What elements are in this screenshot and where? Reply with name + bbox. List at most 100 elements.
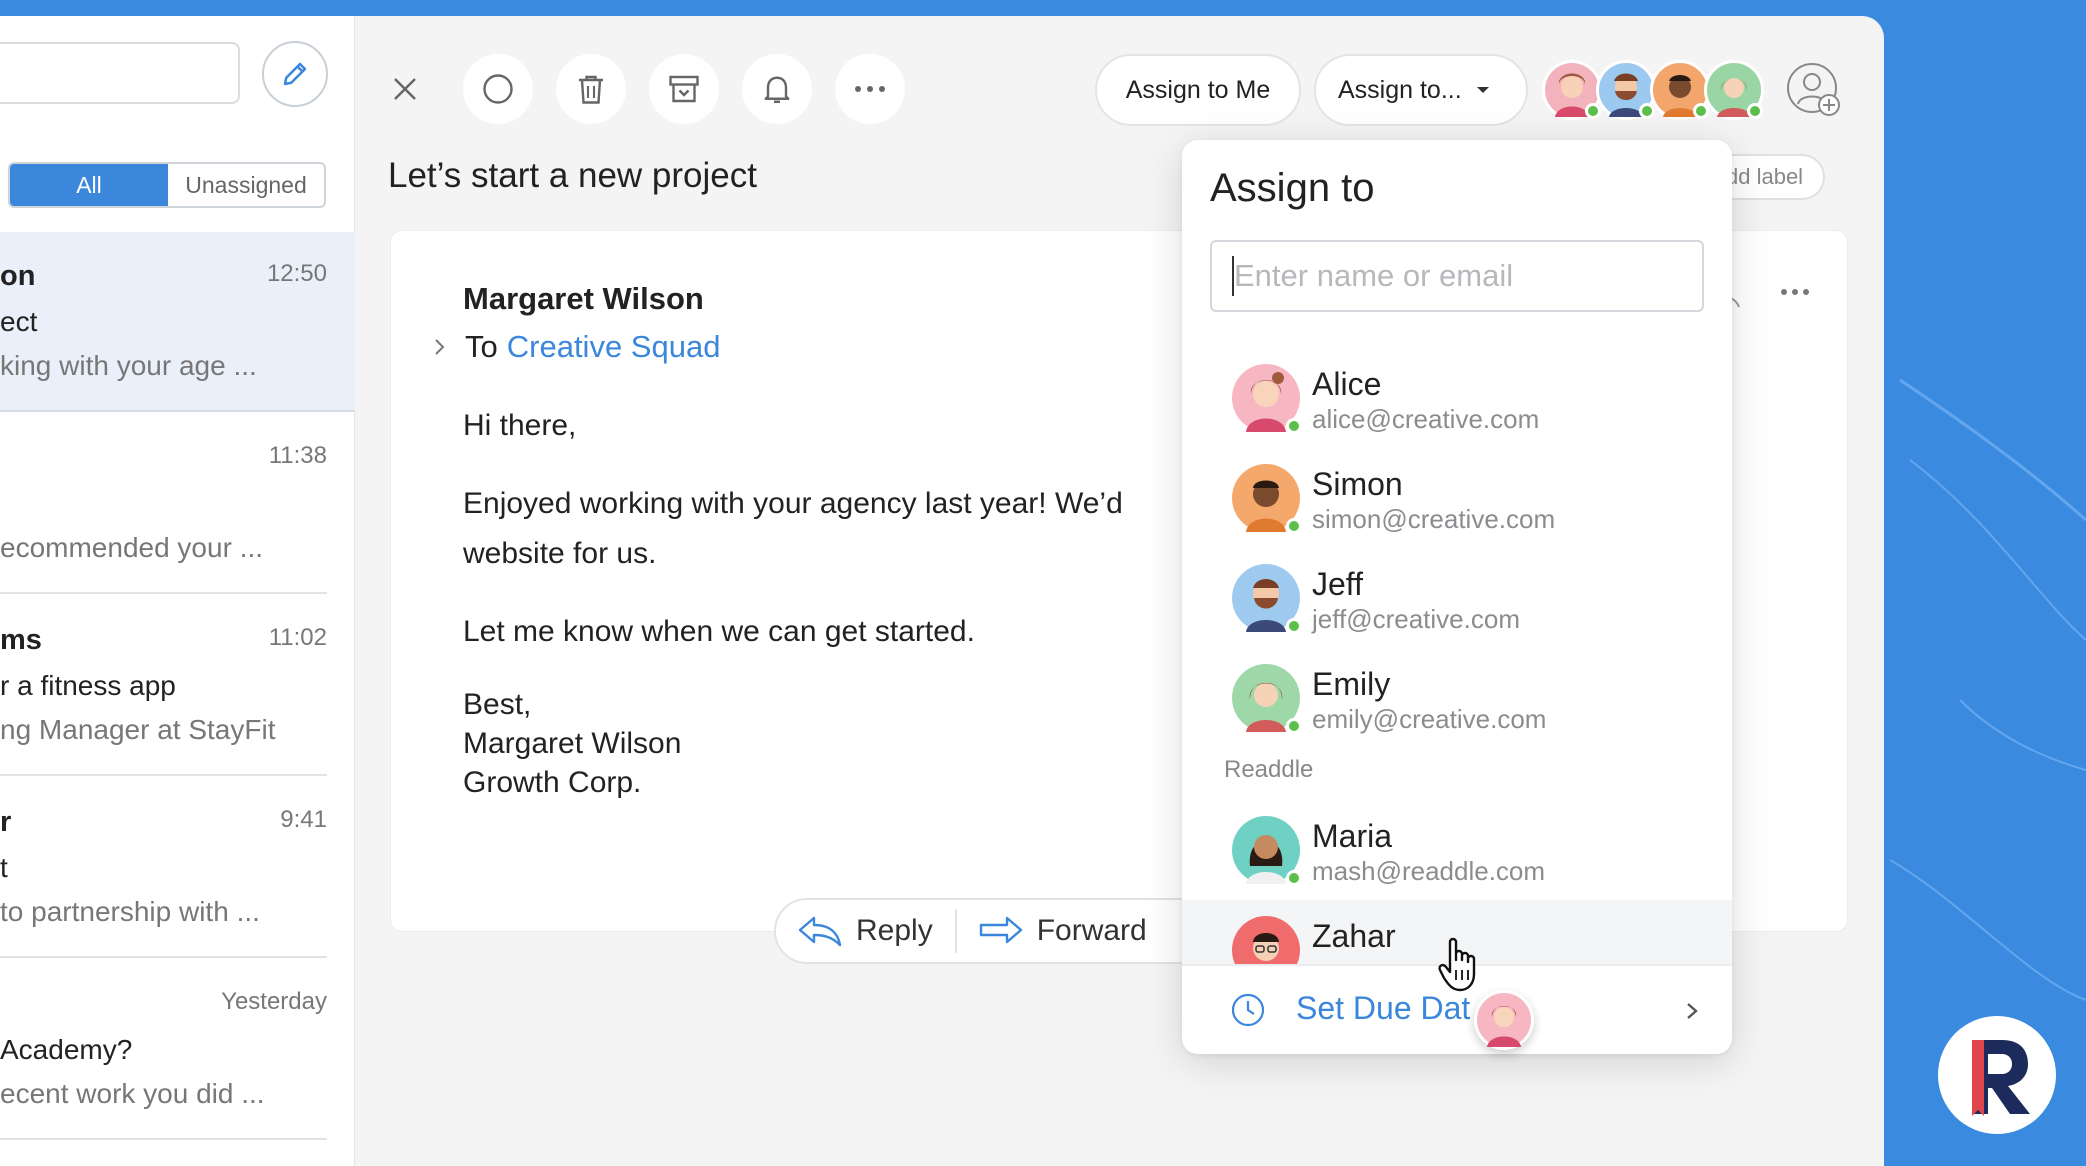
- mail-subject: t: [0, 852, 8, 883]
- readdle-logo: [1938, 1016, 2056, 1134]
- group-label: Readdle: [1224, 756, 1314, 783]
- person-item-emily[interactable]: Emily emily@creative.com: [1182, 648, 1732, 748]
- mail-sender: ms: [0, 624, 42, 656]
- forward-icon: [979, 916, 1022, 944]
- body-line: website for us.: [463, 537, 657, 570]
- avatar: [1232, 916, 1300, 964]
- assign-to-dropdown[interactable]: Assign to...: [1314, 54, 1528, 126]
- set-due-date-label: Set Due Dat: [1296, 990, 1471, 1026]
- text-caret: [1232, 256, 1234, 296]
- online-status-dot: [1286, 518, 1302, 534]
- filter-segmented-control: All Unassigned: [8, 162, 326, 208]
- avatar[interactable]: [1704, 60, 1764, 120]
- recipient-link[interactable]: Creative Squad: [507, 329, 721, 365]
- archive-button[interactable]: [649, 54, 719, 124]
- person-name: Maria: [1312, 818, 1393, 854]
- person-name: Zahar: [1312, 918, 1396, 954]
- more-actions-button[interactable]: [835, 54, 905, 124]
- online-status-dot: [1286, 618, 1302, 634]
- avatar: [1232, 364, 1302, 434]
- person-email: emily@creative.com: [1312, 704, 1547, 734]
- person-name: Emily: [1312, 666, 1391, 702]
- person-item-maria[interactable]: Maria mash@readdle.com: [1182, 800, 1732, 900]
- avatar[interactable]: [1542, 60, 1602, 120]
- mail-time: Yesterday: [221, 988, 327, 1015]
- person-email: jeff@creative.com: [1312, 604, 1520, 634]
- trash-icon: [579, 75, 603, 104]
- person-name: Simon: [1312, 466, 1403, 502]
- mail-sender: on: [0, 260, 36, 292]
- compose-button[interactable]: [262, 41, 328, 107]
- body-line: Enjoyed working with your agency last ye…: [463, 487, 1123, 520]
- circle-icon: [483, 74, 513, 104]
- app-window: All Unassigned on 12:50 ect king with yo…: [0, 16, 1884, 1166]
- chevron-right-icon: [1687, 1003, 1698, 1019]
- filter-unassigned[interactable]: Unassigned: [168, 164, 324, 206]
- pencil-icon: [283, 62, 307, 86]
- assign-to-popover: Assign to Alice alice@creative.com Simon…: [1182, 140, 1732, 1054]
- filter-all[interactable]: All: [10, 164, 168, 206]
- delete-button[interactable]: [556, 54, 626, 124]
- recipients-row[interactable]: To Creative Squad: [427, 329, 720, 365]
- search-input[interactable]: [0, 42, 240, 104]
- person-name: Alice: [1312, 366, 1382, 402]
- list-item[interactable]: Yesterday Academy? ecent work you did ..…: [0, 960, 327, 1140]
- avatar: [1232, 464, 1302, 534]
- mail-time: 9:41: [280, 806, 327, 833]
- signature: Best, Margaret Wilson Growth Corp.: [463, 685, 1123, 802]
- reminder-button[interactable]: [742, 54, 812, 124]
- add-assignee-button[interactable]: [1784, 60, 1844, 120]
- online-status-dot: [1747, 103, 1763, 119]
- online-status-dot: [1286, 718, 1302, 734]
- dragged-avatar: [1474, 990, 1534, 1050]
- mark-done-button[interactable]: [463, 54, 533, 124]
- mail-subject: Academy?: [0, 1034, 133, 1065]
- mail-subject: r a fitness app: [0, 670, 176, 701]
- list-item[interactable]: ms 11:02 r a fitness app ng Manager at S…: [0, 596, 327, 776]
- person-item-alice[interactable]: Alice alice@creative.com: [1182, 348, 1732, 448]
- assign-to-me-button[interactable]: Assign to Me: [1095, 54, 1301, 126]
- reply-forward-bar: Reply Forward: [774, 898, 1214, 964]
- avatar[interactable]: [1596, 60, 1656, 120]
- mail-preview: king with your age ...: [0, 350, 257, 381]
- reply-icon: [798, 916, 842, 947]
- mail-subject: ect: [0, 306, 38, 337]
- close-button[interactable]: [370, 54, 440, 124]
- reply-label: Reply: [856, 914, 933, 947]
- body-paragraph: Let me know when we can get started.: [463, 615, 975, 648]
- reply-button[interactable]: Reply: [776, 900, 955, 962]
- avatar[interactable]: [1650, 60, 1710, 120]
- online-status-dot: [1286, 870, 1302, 886]
- more-icon[interactable]: [1779, 287, 1811, 297]
- sign-name: Margaret Wilson: [463, 727, 682, 760]
- assignee-search-input[interactable]: [1210, 240, 1704, 312]
- assignee-avatars: [1542, 60, 1764, 120]
- person-email: simon@creative.com: [1312, 504, 1556, 534]
- to-prefix: To: [465, 329, 498, 364]
- forward-label: Forward: [1036, 914, 1147, 947]
- person-email: alice@creative.com: [1312, 404, 1540, 434]
- message-sender: Margaret Wilson: [463, 281, 704, 316]
- person-item-jeff[interactable]: Jeff jeff@creative.com: [1182, 548, 1732, 648]
- message-list-sidebar: All Unassigned on 12:50 ect king with yo…: [0, 16, 355, 1166]
- avatar: [1232, 816, 1302, 886]
- archive-icon: [669, 75, 699, 103]
- body-paragraph: Enjoyed working with your agency last ye…: [463, 479, 1123, 579]
- person-item-simon[interactable]: Simon simon@creative.com: [1182, 448, 1732, 548]
- online-status-dot: [1286, 418, 1302, 434]
- list-item[interactable]: r 9:41 t to partnership with ...: [0, 778, 327, 958]
- forward-button[interactable]: Forward: [957, 900, 1169, 962]
- more-icon: [855, 86, 885, 92]
- hand-cursor-icon: [1438, 937, 1476, 992]
- mail-sender: r: [0, 806, 12, 838]
- person-name: Jeff: [1312, 566, 1363, 602]
- clock-icon: [1231, 993, 1265, 1027]
- sign-company: Growth Corp.: [463, 766, 642, 799]
- message-subject: Let’s start a new project: [388, 156, 757, 195]
- list-item[interactable]: 11:38 ecommended your ...: [0, 414, 327, 594]
- list-item[interactable]: on 12:50 ect king with your age ...: [0, 232, 355, 412]
- avatar: [1232, 664, 1302, 734]
- mail-preview: to partnership with ...: [0, 896, 260, 927]
- close-icon: [394, 78, 416, 100]
- caret-down-icon: [1476, 87, 1489, 93]
